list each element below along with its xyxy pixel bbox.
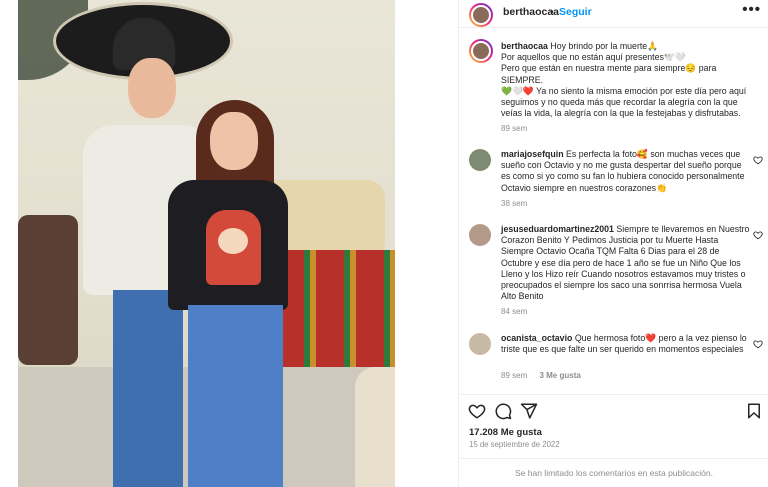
- comment-icon[interactable]: [494, 402, 512, 420]
- likes-count[interactable]: 17.208 Me gusta: [469, 427, 542, 438]
- header-separator: •: [550, 6, 554, 18]
- caption-line-4: 💚🤍❤️ Ya no siento la misma emoción por e…: [501, 85, 747, 119]
- comment-text: jesuseduardomartinez2001 Siempre te llev…: [501, 224, 751, 302]
- caption-avatar[interactable]: [469, 39, 493, 63]
- caption-text: berthaocaa Hoy brindo por la muerte🙏 Por…: [501, 41, 751, 119]
- comment-body: Siempre te llevaremos en Nuestro Corazon…: [501, 224, 750, 302]
- share-icon[interactable]: [520, 402, 538, 420]
- photo-man-face: [128, 58, 176, 118]
- more-options-icon[interactable]: •••: [742, 1, 761, 18]
- caption-line-3: Pero que están en nuestra mente para sie…: [501, 63, 717, 85]
- caption-username[interactable]: berthaocaa: [501, 41, 548, 51]
- comment-time[interactable]: 38 sem: [501, 199, 527, 208]
- comment-meta: 89 sem 3 Me gusta: [501, 371, 591, 380]
- bookmark-icon[interactable]: [745, 402, 763, 420]
- heart-icon[interactable]: [468, 402, 486, 420]
- heart-icon[interactable]: [753, 155, 763, 165]
- comment-meta: 84 sem: [501, 307, 537, 316]
- comment-avatar[interactable]: [469, 149, 491, 171]
- photo-chair: [355, 367, 395, 487]
- caption-line-1: Hoy brindo por la muerte🙏: [550, 41, 659, 51]
- comment-avatar[interactable]: [469, 224, 491, 246]
- photo-man-jeans: [113, 290, 183, 487]
- comment-avatar[interactable]: [469, 333, 491, 355]
- post-media-pane: [0, 0, 458, 487]
- comment-text: ocanista_octavio Que hermosa foto❤️ pero…: [501, 333, 751, 355]
- action-bar: [459, 394, 768, 424]
- post-date: 15 de septiembre de 2022: [469, 440, 560, 449]
- heart-icon[interactable]: [753, 230, 763, 240]
- post-header: berthaocaa • Seguir •••: [459, 0, 768, 28]
- caption-time[interactable]: 89 sem: [501, 124, 527, 133]
- comment-time[interactable]: 89 sem: [501, 371, 527, 380]
- post-photo[interactable]: [18, 0, 395, 487]
- caption-line-2: Por aquellos que no están aquí presentes…: [501, 52, 686, 63]
- photo-woman-face: [210, 112, 258, 170]
- follow-button[interactable]: Seguir: [559, 6, 592, 18]
- comment-username[interactable]: mariajosefquin: [501, 149, 564, 159]
- comment-likes[interactable]: 3 Me gusta: [539, 371, 580, 380]
- photo-woman-jeans: [188, 305, 283, 487]
- photo-sofa-left: [18, 215, 78, 365]
- comment-username[interactable]: ocanista_octavio: [501, 333, 572, 343]
- comments-list[interactable]: berthaocaa Hoy brindo por la muerte🙏 Por…: [459, 29, 768, 391]
- caption-meta: 89 sem: [501, 124, 537, 133]
- comments-limited-notice: Se han limitado los comentarios en esta …: [459, 458, 768, 487]
- heart-icon[interactable]: [753, 339, 763, 349]
- photo-doll-face: [218, 228, 248, 254]
- comment-time[interactable]: 84 sem: [501, 307, 527, 316]
- header-avatar[interactable]: [469, 3, 493, 27]
- post-sidebar: berthaocaa • Seguir ••• berthaocaa Hoy b…: [458, 0, 768, 487]
- comment-meta: 38 sem: [501, 199, 537, 208]
- comment-text: mariajosefquin Es perfecta la foto🥰 son …: [501, 149, 751, 194]
- comment-username[interactable]: jesuseduardomartinez2001: [501, 224, 614, 234]
